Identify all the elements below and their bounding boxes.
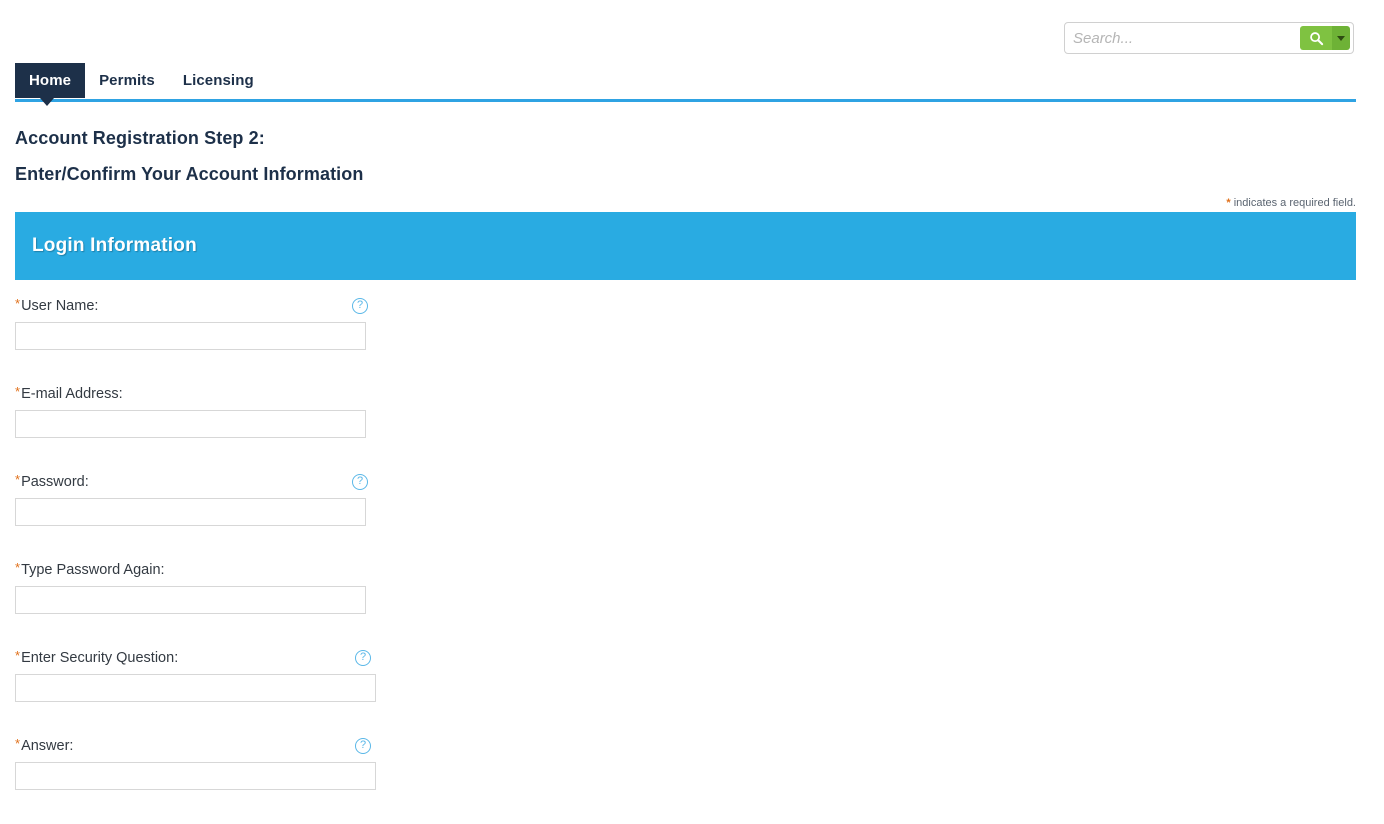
field-answer: *Answer: ? — [0, 736, 1384, 812]
search-dropdown-button[interactable] — [1332, 26, 1350, 50]
section-title: Login Information — [32, 235, 197, 256]
nav-underline — [15, 99, 1356, 102]
required-asterisk: * — [15, 648, 21, 663]
field-email-address-label-row: *E-mail Address: — [0, 384, 1384, 406]
user-name-input[interactable] — [15, 322, 366, 350]
field-answer-label-text: Answer: — [21, 738, 74, 754]
help-icon[interactable]: ? — [352, 298, 368, 314]
field-password-label: *Password: — [15, 472, 89, 490]
field-security-question: *Enter Security Question: ? — [0, 648, 1384, 724]
field-user-name-label: *User Name: — [15, 296, 98, 314]
field-email-address-label: *E-mail Address: — [15, 384, 123, 402]
field-user-name-label-row: *User Name: ? — [0, 296, 1384, 318]
search-bar[interactable] — [1064, 22, 1354, 54]
main-navigation: Home Permits Licensing — [0, 63, 1384, 106]
field-confirm-password-label: *Type Password Again: — [15, 560, 165, 578]
nav-item-permits[interactable]: Permits — [85, 63, 169, 98]
nav-item-home-label: Home — [29, 72, 72, 89]
page-title-line1: Account Registration Step 2: — [15, 128, 265, 148]
search-button[interactable] — [1300, 26, 1332, 50]
nav-item-permits-label: Permits — [99, 72, 155, 89]
field-user-name-label-text: User Name: — [21, 298, 99, 314]
required-asterisk: * — [15, 384, 21, 399]
nav-item-licensing[interactable]: Licensing — [169, 63, 268, 98]
nav-item-home[interactable]: Home — [15, 63, 86, 98]
login-information-form: *User Name: ? *E-mail Address: *Password… — [0, 296, 1384, 824]
required-asterisk: * — [15, 560, 21, 575]
chevron-down-icon — [1337, 35, 1345, 41]
nav-item-licensing-label: Licensing — [182, 72, 254, 89]
help-icon[interactable]: ? — [355, 738, 371, 754]
field-security-question-label: *Enter Security Question: — [15, 648, 178, 666]
field-confirm-password: *Type Password Again: — [0, 560, 1384, 636]
required-field-note: * indicates a required field. — [1226, 197, 1356, 209]
nav-list: Home Permits Licensing — [15, 63, 268, 98]
field-email-address: *E-mail Address: — [0, 384, 1384, 460]
field-confirm-password-label-row: *Type Password Again: — [0, 560, 1384, 582]
field-password-label-text: Password: — [21, 474, 89, 490]
field-answer-label: *Answer: — [15, 736, 73, 754]
field-security-question-label-text: Enter Security Question: — [21, 650, 179, 666]
email-address-input[interactable] — [15, 410, 366, 438]
active-tab-pointer-icon — [40, 98, 54, 106]
answer-input[interactable] — [15, 762, 376, 790]
help-icon[interactable]: ? — [352, 474, 368, 490]
help-icon[interactable]: ? — [355, 650, 371, 666]
field-password-label-row: *Password: ? — [0, 472, 1384, 494]
search-icon — [1309, 31, 1323, 45]
login-information-section-header: Login Information — [15, 212, 1356, 280]
search-input[interactable] — [1065, 23, 1300, 53]
confirm-password-input[interactable] — [15, 586, 366, 614]
field-confirm-password-label-text: Type Password Again: — [21, 562, 165, 578]
field-answer-label-row: *Answer: ? — [0, 736, 1384, 758]
field-email-address-label-text: E-mail Address: — [21, 386, 123, 402]
required-asterisk: * — [15, 472, 21, 487]
required-asterisk: * — [15, 736, 21, 751]
field-password: *Password: ? — [0, 472, 1384, 548]
password-input[interactable] — [15, 498, 366, 526]
field-security-question-label-row: *Enter Security Question: ? — [0, 648, 1384, 670]
required-asterisk: * — [15, 296, 21, 311]
field-user-name: *User Name: ? — [0, 296, 1384, 372]
page-title-line2: Enter/Confirm Your Account Information — [15, 164, 364, 184]
required-note-text: indicates a required field. — [1230, 197, 1356, 209]
security-question-input[interactable] — [15, 674, 376, 702]
